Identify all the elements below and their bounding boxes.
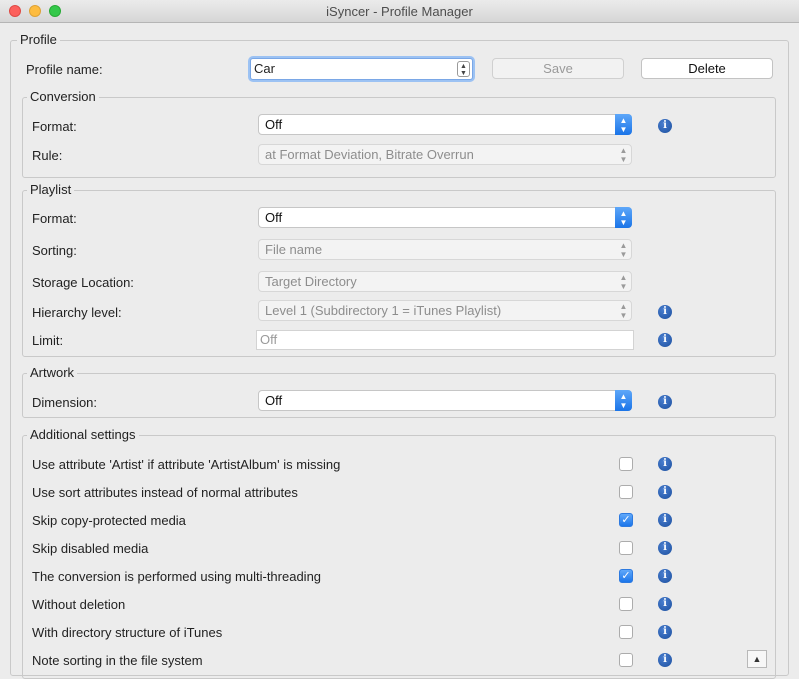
setting-label: Use attribute 'Artist' if attribute 'Art… [32,457,341,472]
info-icon[interactable]: i [658,119,672,133]
conversion-rule-value: at Format Deviation, Bitrate Overrun [265,147,474,162]
setting-label: Use sort attributes instead of normal at… [32,485,298,500]
playlist-format-label: Format: [32,211,77,226]
conversion-format-select[interactable]: Off ▲ ▼ [258,114,632,135]
setting-checkbox[interactable] [619,485,633,499]
profile-name-value: Car [254,61,275,76]
info-icon[interactable]: i [658,395,672,409]
conversion-legend: Conversion [27,89,99,105]
select-chevron-icon: ▲ ▼ [619,241,628,259]
setting-label: Skip disabled media [32,541,149,556]
conversion-format-label: Format: [32,119,77,134]
artwork-legend: Artwork [27,365,78,381]
conversion-rule-select[interactable]: at Format Deviation, Bitrate Overrun ▲ ▼ [258,144,632,165]
setting-label: Note sorting in the file system [32,653,203,668]
checkmark-icon: ✓ [621,570,631,582]
window-title: iSyncer - Profile Manager [326,4,473,19]
setting-checkbox[interactable]: ✓ [619,513,633,527]
info-icon[interactable]: i [658,457,672,471]
profile-name-label: Profile name: [26,62,103,77]
playlist-sorting-select[interactable]: File name ▲ ▼ [258,239,632,260]
playlist-storage-value: Target Directory [265,274,357,289]
setting-checkbox[interactable] [619,625,633,639]
select-chevron-icon: ▲ ▼ [619,302,628,320]
scroll-up-button[interactable]: ▲ [747,650,767,668]
conversion-format-value: Off [265,117,283,132]
setting-label: With directory structure of iTunes [32,625,223,640]
playlist-hierarchy-select[interactable]: Level 1 (Subdirectory 1 = iTunes Playlis… [258,300,632,321]
playlist-limit-field[interactable]: Off [256,330,634,350]
setting-checkbox[interactable]: ✓ [619,569,633,583]
info-icon[interactable]: i [658,625,672,639]
info-icon[interactable]: i [658,333,672,347]
additional-settings-legend: Additional settings [27,427,139,443]
profile-legend: Profile [17,32,60,48]
setting-label: Skip copy-protected media [32,513,186,528]
scroll-up-icon: ▲ [752,654,762,664]
up-down-chevron-icon[interactable]: ▲ ▼ [457,61,470,77]
conversion-rule-label: Rule: [32,148,63,163]
select-chevron-icon: ▲ ▼ [615,207,632,228]
playlist-storage-select[interactable]: Target Directory ▲ ▼ [258,271,632,292]
delete-button[interactable]: Delete [641,58,773,79]
setting-label: The conversion is performed using multi-… [32,569,322,584]
setting-checkbox[interactable] [619,653,633,667]
info-icon[interactable]: i [658,513,672,527]
playlist-sorting-value: File name [265,242,323,257]
select-chevron-icon: ▲ ▼ [619,146,628,164]
playlist-legend: Playlist [27,182,75,198]
artwork-dimension-value: Off [265,393,283,408]
save-button[interactable]: Save [492,58,624,79]
profile-name-combobox[interactable]: Car ▲ ▼ [250,58,473,80]
playlist-sorting-label: Sorting: [32,243,77,258]
title-bar: iSyncer - Profile Manager [0,0,799,23]
setting-checkbox[interactable] [619,457,633,471]
select-chevron-icon: ▲ ▼ [615,390,632,411]
playlist-format-value: Off [265,210,283,225]
profile-manager-window: iSyncer - Profile Manager Profile Profil… [0,0,799,679]
playlist-hierarchy-label: Hierarchy level: [32,305,122,320]
info-icon[interactable]: i [658,653,672,667]
playlist-storage-label: Storage Location: [32,275,134,290]
select-chevron-icon: ▲ ▼ [615,114,632,135]
setting-checkbox[interactable] [619,597,633,611]
checkmark-icon: ✓ [621,514,631,526]
conversion-group: Conversion [22,89,776,178]
playlist-format-select[interactable]: Off ▲ ▼ [258,207,632,228]
info-icon[interactable]: i [658,541,672,555]
info-icon[interactable]: i [658,485,672,499]
info-icon[interactable]: i [658,597,672,611]
artwork-dimension-select[interactable]: Off ▲ ▼ [258,390,632,411]
select-chevron-icon: ▲ ▼ [619,273,628,291]
playlist-limit-label: Limit: [32,333,64,348]
playlist-hierarchy-value: Level 1 (Subdirectory 1 = iTunes Playlis… [265,303,502,318]
artwork-dimension-label: Dimension: [32,395,98,410]
setting-checkbox[interactable] [619,541,633,555]
info-icon[interactable]: i [658,569,672,583]
setting-label: Without deletion [32,597,126,612]
info-icon[interactable]: i [658,305,672,319]
